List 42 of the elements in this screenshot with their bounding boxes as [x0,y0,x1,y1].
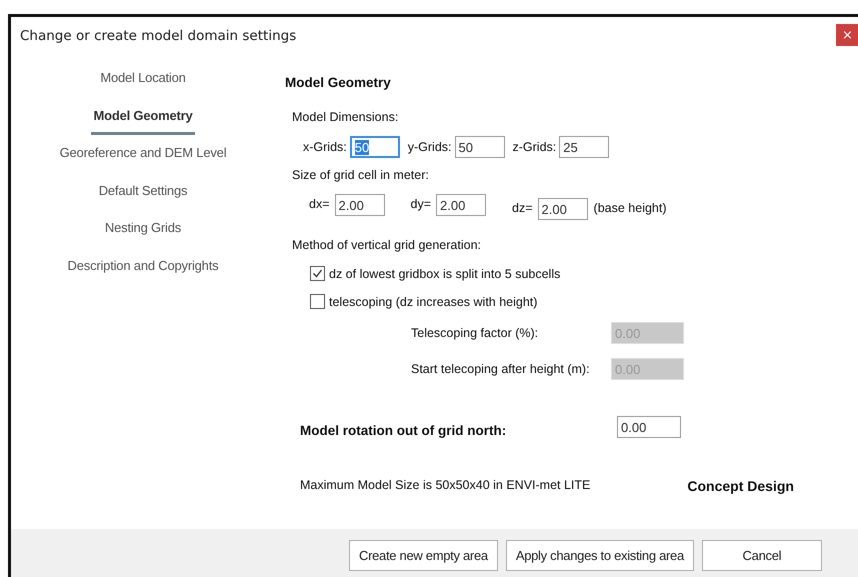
field-label: dz= [512,200,533,215]
dialog-button[interactable]: Create new empty area [349,540,498,570]
group-label: Model Dimensions: [292,110,400,126]
edition-label: Concept Design [687,478,794,494]
info-text: Maximum Model Size is 50x50x40 in ENVI-met LITE [300,478,590,494]
sidebar-item[interactable]: Description and Copyrights [68,254,218,293]
sidebar-item[interactable]: Model Location [100,67,186,105]
sidebar-item[interactable]: Nesting Grids [104,217,182,255]
field-label: Model rotation out of grid north: [300,422,508,438]
input-field[interactable]: 2.00 [538,198,588,220]
input-field[interactable]: 0.00 [617,416,681,438]
field-label: z-Grids: [512,140,556,154]
checkmark-icon [311,267,324,280]
window-title: Change or create model domain settings [19,28,296,44]
input-field[interactable]: 50 [454,136,504,158]
checkbox[interactable] [310,294,325,309]
sidebar-item[interactable]: Georeference and DEM Level [60,142,226,180]
input-field[interactable]: 25 [559,136,610,158]
field-label: y-Grids: [408,140,452,154]
field-label: dx= [309,196,330,211]
field-label: Telescoping factor (%): [411,326,540,340]
field-value: 25 [563,140,578,154]
section-heading: Model Geometry [285,75,392,90]
unit-note: (base height) [594,200,667,215]
field-label: x-Grids: [303,140,347,154]
close-button[interactable]: × [836,24,858,46]
sidebar-item[interactable]: Default Settings [98,180,188,218]
input-field[interactable]: 2.00 [334,194,385,216]
field-value: 50 [354,140,370,154]
dialog-button[interactable]: Apply changes to existing area [506,540,694,570]
group-label: Size of grid cell in meter: [292,168,430,184]
checkbox-label: dz of lowest gridbox is split into 5 subcells [329,266,560,280]
checkbox[interactable] [310,266,325,281]
field-label: Start telecoping after height (m): [411,362,591,376]
dialog-button[interactable]: Cancel [702,540,822,570]
checkbox-label: telescoping (dz increases with height) [329,294,538,308]
sidebar-item[interactable]: Model Geometry [91,104,195,135]
group-label: Method of vertical grid generation: [292,238,482,254]
field-value: 50 [458,140,473,154]
field-label: dy= [410,196,432,211]
input-field[interactable]: 50 [350,136,400,158]
input-field[interactable]: 2.00 [436,194,486,216]
